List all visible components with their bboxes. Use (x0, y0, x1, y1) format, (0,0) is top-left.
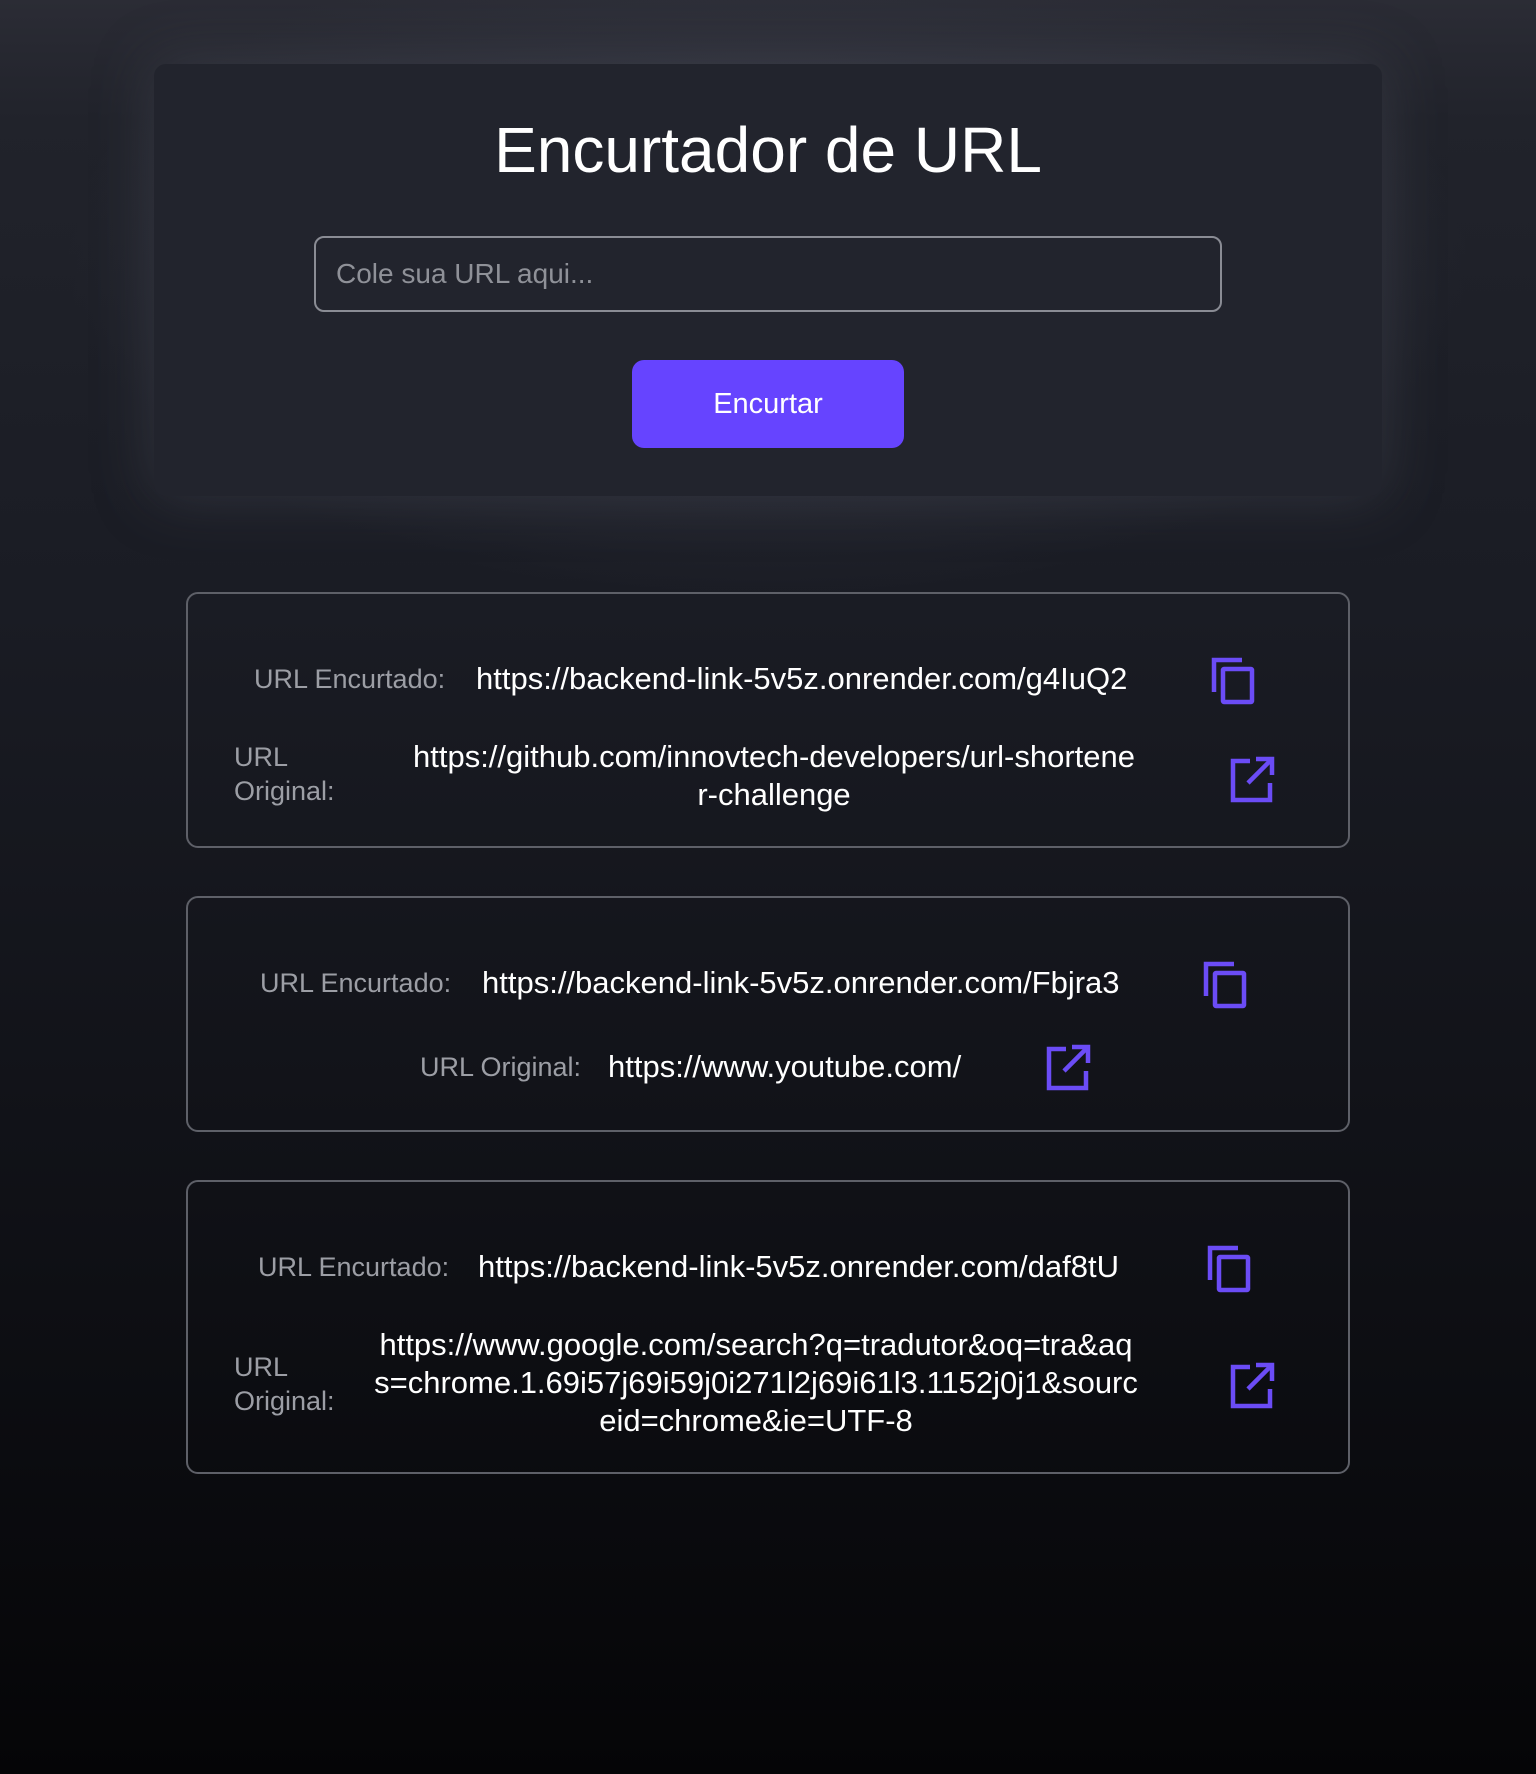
short-url-label: URL Encurtado: (254, 664, 446, 694)
link-card: URL Encurtado: https://backend-link-5v5z… (186, 896, 1350, 1132)
shortener-panel: Encurtador de URL Encurtar (154, 64, 1382, 496)
original-url-label: URL Original: (234, 1352, 335, 1416)
external-link-icon[interactable] (1228, 1360, 1276, 1412)
original-url-label: URL Original: (420, 1052, 582, 1082)
link-card: URL Encurtado: https://backend-link-5v5z… (186, 592, 1350, 848)
short-url-label: URL Encurtado: (260, 968, 452, 998)
shorten-button[interactable]: Encurtar (632, 360, 904, 448)
original-url-link[interactable]: https://github.com/innovtech-developers/… (384, 738, 1164, 814)
url-input[interactable] (314, 236, 1222, 312)
short-url-link[interactable]: https://backend-link-5v5z.onrender.com/F… (482, 964, 1120, 1002)
short-url-row: URL Encurtado: (254, 662, 445, 696)
external-link-icon[interactable] (1228, 754, 1276, 806)
copy-icon[interactable] (1208, 654, 1256, 706)
short-url-label: URL Encurtado: (258, 1252, 450, 1282)
short-url-link[interactable]: https://backend-link-5v5z.onrender.com/d… (478, 1248, 1119, 1286)
external-link-icon[interactable] (1044, 1042, 1092, 1094)
page-title: Encurtador de URL (494, 114, 1042, 186)
original-url-link[interactable]: https://www.google.com/search?q=tradutor… (356, 1326, 1156, 1440)
short-url-link[interactable]: https://backend-link-5v5z.onrender.com/g… (476, 660, 1127, 698)
link-card: URL Encurtado: https://backend-link-5v5z… (186, 1180, 1350, 1474)
original-url-link[interactable]: https://www.youtube.com/ (608, 1048, 961, 1086)
copy-icon[interactable] (1200, 958, 1248, 1010)
copy-icon[interactable] (1204, 1242, 1252, 1294)
original-url-label: URL Original: (234, 742, 335, 806)
